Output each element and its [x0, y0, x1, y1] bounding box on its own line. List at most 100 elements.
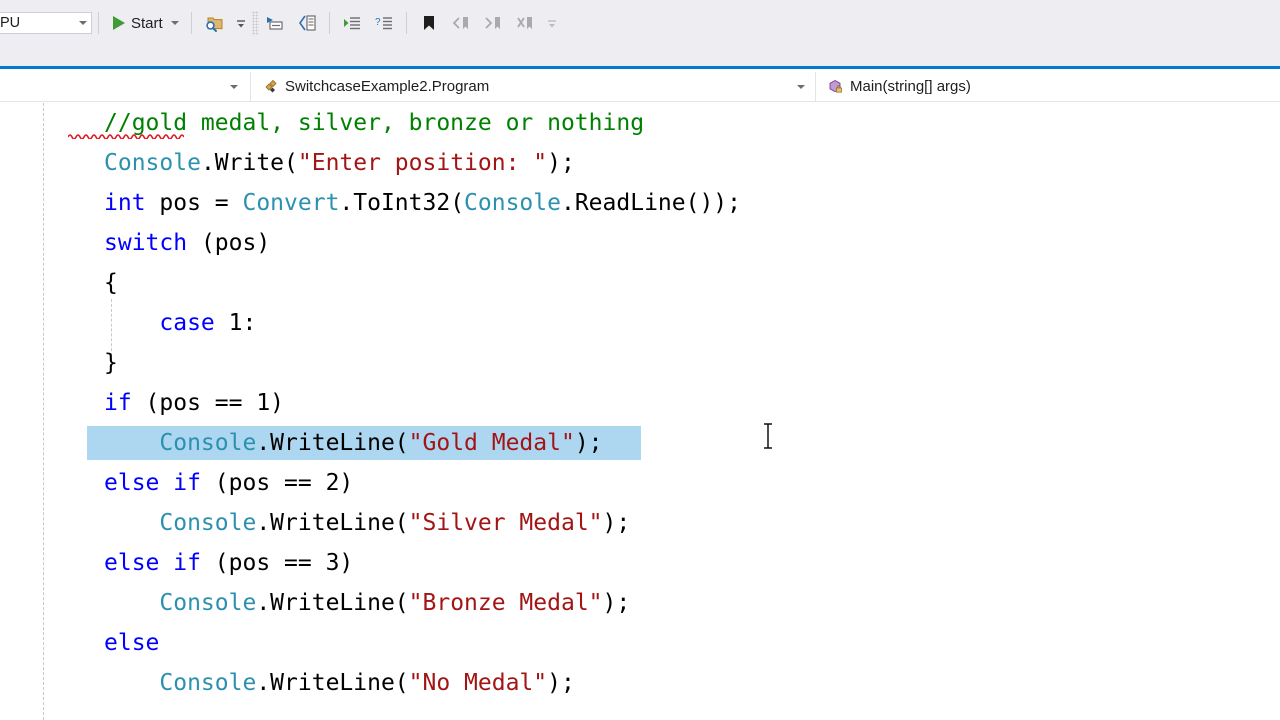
code-line[interactable]: Console.WriteLine("Gold Medal");	[87, 423, 741, 463]
code-token: pos =	[145, 190, 243, 216]
code-token: );	[602, 590, 631, 616]
code-line[interactable]: Console.WriteLine("Bronze Medal");	[104, 583, 741, 623]
code-line[interactable]: Console.Write("Enter position: ");	[104, 143, 741, 183]
code-token: );	[547, 150, 575, 176]
code-token: .WriteLine(	[256, 510, 409, 536]
toolbar-divider	[190, 12, 192, 34]
previous-bookmark-button[interactable]	[445, 8, 477, 38]
structure-guideline	[43, 103, 44, 720]
chevron-down-icon	[79, 21, 87, 25]
code-token: if	[104, 390, 132, 416]
code-line-content: Console.Write("Enter position: ");	[104, 150, 575, 176]
solution-platform-value: PU	[0, 15, 21, 31]
code-token: {	[104, 270, 118, 296]
type-dropdown[interactable]: SwitchcaseExample2.Program	[250, 71, 815, 102]
play-icon	[113, 16, 125, 30]
code-line[interactable]: if (pos == 1)	[104, 383, 741, 423]
toolbar-options-button[interactable]	[541, 8, 563, 38]
standard-toolbar: PU Start ?	[0, 0, 1280, 69]
code-token: "Gold Medal"	[408, 430, 575, 456]
toolbar-options-icon	[544, 10, 560, 36]
find-in-files-icon	[201, 10, 227, 36]
find-dropdown-button[interactable]	[230, 8, 252, 38]
toggle-bookmark-button[interactable]	[413, 8, 445, 38]
toolbar-grip[interactable]	[251, 11, 259, 35]
code-line-content: {	[104, 270, 118, 296]
code-token: 1:	[214, 310, 257, 336]
uncomment-selection-button[interactable]	[291, 8, 323, 38]
find-in-files-button[interactable]	[198, 8, 230, 38]
code-line-content: Console.WriteLine("No Medal");	[104, 670, 574, 696]
code-line-content: Console.WriteLine("Gold Medal");	[104, 430, 603, 456]
code-token: Console	[464, 190, 561, 216]
code-line-content: else if (pos == 3)	[104, 550, 353, 576]
code-token: .ToInt32(	[339, 190, 465, 216]
start-debug-button[interactable]: Start	[105, 8, 185, 38]
previous-bookmark-icon	[448, 10, 474, 36]
code-token: int	[104, 190, 146, 216]
code-token: case	[159, 310, 215, 336]
code-token: if	[173, 470, 201, 496]
visual-studio-window: PU Start ? SwitchcaseExample2.Program Ma…	[0, 0, 1280, 720]
code-editor[interactable]: //gold medal, silver, bronze or nothing C…	[0, 103, 1280, 720]
comment-selection-button[interactable]	[259, 8, 291, 38]
code-token: "Bronze Medal"	[408, 590, 603, 616]
code-line[interactable]: else if (pos == 3)	[104, 543, 741, 583]
increase-indent-button[interactable]	[336, 8, 368, 38]
code-line[interactable]: int pos = Convert.ToInt32(Console.ReadLi…	[104, 183, 741, 223]
member-dropdown-value: Main(string[] args)	[850, 78, 971, 95]
code-token: switch	[104, 230, 188, 256]
code-line[interactable]: //gold medal, silver, bronze or nothing	[104, 103, 741, 143]
svg-text:?: ?	[375, 17, 381, 28]
project-dropdown[interactable]	[0, 72, 250, 102]
chevron-down-icon[interactable]	[170, 21, 179, 25]
chevron-down-icon	[230, 84, 238, 89]
clear-bookmarks-button[interactable]	[509, 8, 541, 38]
type-dropdown-value: SwitchcaseExample2.Program	[285, 78, 490, 95]
code-token: (pos == 2)	[200, 470, 354, 496]
code-token: .Write(	[200, 150, 298, 176]
decrease-indent-button[interactable]: ?	[368, 8, 400, 38]
code-line-content: //gold medal, silver, bronze or nothing	[104, 110, 644, 136]
toolbar-divider	[328, 12, 330, 34]
next-bookmark-button[interactable]	[477, 8, 509, 38]
code-token: else	[104, 550, 160, 576]
code-token: );	[574, 430, 603, 456]
code-token: else	[104, 470, 160, 496]
comment-selection-icon	[262, 10, 288, 36]
code-token: Console	[159, 590, 257, 616]
toolbar-divider	[405, 12, 407, 34]
code-text[interactable]: //gold medal, silver, bronze or nothing C…	[87, 103, 741, 703]
code-token: (pos)	[187, 230, 271, 256]
class-icon	[261, 78, 279, 96]
code-token: }	[104, 350, 118, 376]
code-token: );	[602, 510, 631, 536]
code-line[interactable]: Console.WriteLine("Silver Medal");	[104, 503, 741, 543]
toolbar-divider	[98, 12, 99, 34]
code-token: .WriteLine(	[256, 430, 409, 456]
code-line[interactable]: case 1:	[104, 303, 741, 343]
code-line[interactable]: {	[104, 263, 741, 303]
code-line[interactable]: else	[104, 623, 741, 663]
member-dropdown[interactable]: Main(string[] args)	[815, 71, 1280, 102]
text-cursor-icon	[764, 423, 772, 449]
code-token: .WriteLine(	[256, 590, 409, 616]
code-line[interactable]: switch (pos)	[104, 223, 741, 263]
code-token: else	[104, 630, 160, 656]
code-token: "Silver Medal"	[408, 510, 603, 536]
code-token: (pos == 3)	[200, 550, 354, 576]
code-line-content: }	[104, 350, 118, 376]
code-line[interactable]: }	[104, 343, 741, 383]
code-line-content: Console.WriteLine("Silver Medal");	[104, 510, 630, 536]
code-line[interactable]: Console.WriteLine("No Medal");	[104, 663, 741, 703]
solution-platform-combo[interactable]: PU	[0, 12, 92, 34]
code-token: //gold medal, silver, bronze or nothing	[104, 110, 645, 136]
code-line[interactable]: else if (pos == 2)	[104, 463, 741, 503]
error-squiggle-icon	[68, 134, 184, 139]
